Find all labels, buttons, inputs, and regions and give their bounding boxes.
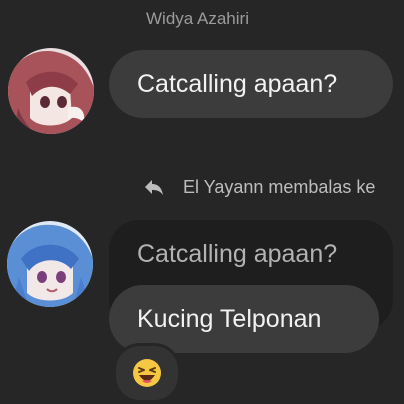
- chat-thread: Widya Azahiri Catcalling apaan? El Yayan…: [0, 0, 404, 404]
- message-bubble[interactable]: Catcalling apaan?: [109, 50, 393, 118]
- reply-banner: El Yayann membalas ke: [142, 173, 375, 201]
- reaction-badge[interactable]: [113, 343, 181, 403]
- avatar-image: [8, 48, 94, 134]
- reply-banner-text: El Yayann membalas ke: [183, 176, 376, 197]
- avatar[interactable]: [7, 221, 93, 307]
- laughing-emoji-icon: [133, 359, 161, 387]
- reply-icon: [145, 180, 163, 195]
- avatar-image: [7, 221, 93, 307]
- sender-name: Widya Azahiri: [146, 9, 249, 28]
- avatar[interactable]: [8, 48, 94, 134]
